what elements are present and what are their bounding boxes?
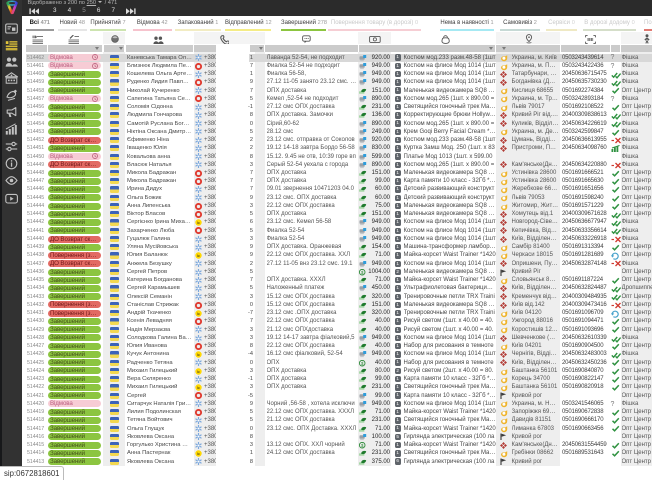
svg-text:lc: lc: [197, 369, 200, 374]
svg-text:lc: lc: [197, 220, 200, 225]
svg-text:lc: lc: [197, 451, 200, 456]
svg-text:lc: lc: [197, 253, 200, 258]
svg-text:lc: lc: [197, 352, 200, 357]
svg-text:lc: lc: [197, 311, 200, 316]
svg-text:lc: lc: [197, 385, 200, 390]
